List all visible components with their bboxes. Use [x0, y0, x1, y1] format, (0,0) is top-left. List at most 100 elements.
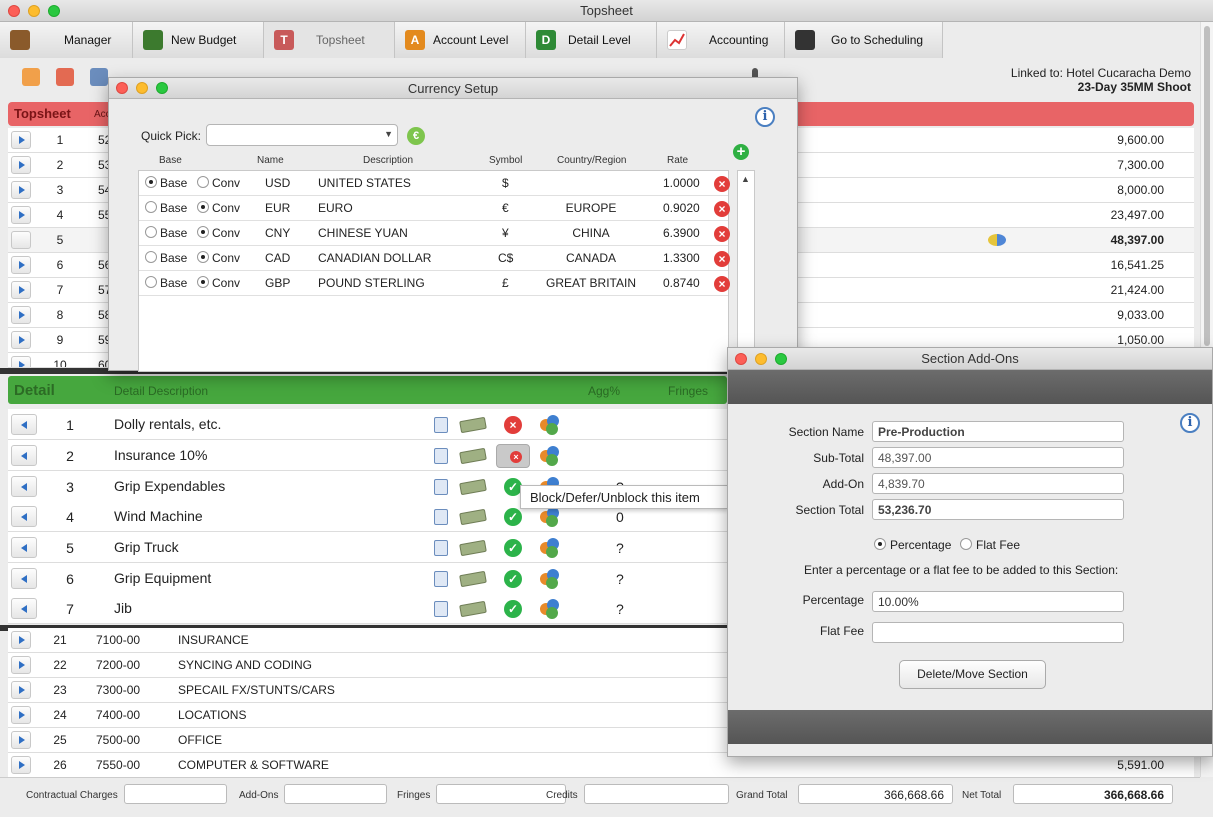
expand-row-button[interactable] — [11, 631, 31, 649]
expand-row-button[interactable] — [11, 206, 31, 224]
info-icon[interactable]: i — [755, 107, 775, 127]
conv-radio[interactable] — [197, 176, 209, 188]
collapse-row-button[interactable] — [11, 537, 37, 558]
credits-field[interactable] — [584, 784, 729, 804]
active-status-icon[interactable]: ✓ — [504, 570, 522, 588]
expand-row-button[interactable] — [11, 181, 31, 199]
notes-icon[interactable] — [434, 540, 448, 556]
conv-radio[interactable] — [197, 226, 209, 238]
window-controls[interactable] — [735, 353, 787, 365]
expand-row-button[interactable] — [11, 731, 31, 749]
zoom-window-button[interactable] — [48, 5, 60, 17]
globe-currency-icon[interactable] — [540, 415, 560, 435]
expand-row-button[interactable] — [11, 281, 31, 299]
money-icon[interactable] — [459, 539, 487, 557]
notes-icon[interactable] — [434, 509, 448, 525]
nav-topsheet[interactable]: T Topsheet — [264, 22, 395, 58]
collapse-row-button[interactable] — [11, 598, 37, 619]
expand-row-button[interactable] — [11, 681, 31, 699]
scroll-thumb[interactable] — [1204, 26, 1210, 346]
base-radio[interactable] — [145, 276, 157, 288]
money-icon[interactable] — [459, 600, 487, 618]
money-icon[interactable] — [459, 570, 487, 588]
globe-currency-icon[interactable] — [540, 446, 560, 466]
money-icon[interactable] — [459, 447, 487, 465]
active-status-icon[interactable]: ✓ — [504, 600, 522, 618]
expand-row-button[interactable] — [11, 256, 31, 274]
money-icon[interactable] — [459, 508, 487, 526]
detail-row[interactable]: 7 Jib ✓ ? — [8, 593, 727, 624]
base-radio[interactable] — [145, 226, 157, 238]
expand-row-button[interactable] — [11, 306, 31, 324]
notes-icon[interactable] — [434, 601, 448, 617]
info-icon[interactable]: i — [1180, 413, 1200, 433]
expand-row-button[interactable] — [11, 131, 31, 149]
delete-currency-icon[interactable]: × — [714, 276, 730, 292]
delete-currency-icon[interactable]: × — [714, 226, 730, 242]
add-row-icon[interactable] — [22, 68, 40, 86]
flat-fee-radio[interactable] — [960, 538, 972, 550]
collapse-row-button[interactable] — [11, 506, 37, 527]
collapse-row-button[interactable] — [11, 476, 37, 497]
percentage-radio[interactable] — [874, 538, 886, 550]
close-window-button[interactable] — [735, 353, 747, 365]
quick-pick-select[interactable] — [206, 124, 398, 146]
delete-currency-icon[interactable]: × — [714, 251, 730, 267]
notes-icon[interactable] — [434, 571, 448, 587]
currency-row[interactable]: Base Conv EUR EURO € EUROPE 0.9020 × — [139, 196, 730, 221]
currency-table-scrollbar[interactable] — [737, 170, 755, 372]
euro-currency-icon[interactable]: € — [407, 127, 425, 145]
expand-row-button[interactable] — [11, 706, 31, 724]
expand-row-button[interactable] — [11, 656, 31, 674]
expand-row-button[interactable] — [11, 756, 31, 774]
delete-currency-icon[interactable]: × — [714, 176, 730, 192]
base-radio[interactable] — [145, 176, 157, 188]
active-status-icon[interactable]: ✓ — [504, 539, 522, 557]
currency-row[interactable]: Base Conv CNY CHINESE YUAN ¥ CHINA 6.390… — [139, 221, 730, 246]
notes-icon[interactable] — [434, 479, 448, 495]
flat-fee-field[interactable] — [872, 622, 1124, 643]
block-defer-button-pressed[interactable]: × — [496, 444, 530, 468]
active-status-icon[interactable]: ✓ — [504, 508, 522, 526]
nav-go-to-scheduling[interactable]: Go to Scheduling — [785, 22, 943, 58]
globe-currency-icon[interactable] — [540, 599, 560, 619]
globe-currency-icon[interactable] — [540, 569, 560, 589]
sub-total-field[interactable]: 48,397.00 — [872, 447, 1124, 468]
delete-currency-icon[interactable]: × — [714, 201, 730, 217]
contractual-charges-field[interactable] — [124, 784, 227, 804]
expand-row-button[interactable] — [11, 331, 31, 349]
collapse-row-button[interactable] — [11, 568, 37, 589]
detail-row[interactable]: 6 Grip Equipment ✓ ? — [8, 563, 727, 594]
base-radio[interactable] — [145, 201, 157, 213]
minimize-window-button[interactable] — [28, 5, 40, 17]
zoom-window-button[interactable] — [156, 82, 168, 94]
grand-total-field[interactable]: 366,668.66 — [798, 784, 953, 804]
percentage-field[interactable]: 10.00% — [872, 591, 1124, 612]
money-icon[interactable] — [459, 416, 487, 434]
conv-radio[interactable] — [197, 276, 209, 288]
nav-account-level[interactable]: A Account Level — [395, 22, 526, 58]
section-total-field[interactable]: 53,236.70 — [872, 499, 1124, 520]
delete-row-icon[interactable] — [56, 68, 74, 86]
close-window-button[interactable] — [8, 5, 20, 17]
base-radio[interactable] — [145, 251, 157, 263]
nav-new-budget[interactable]: New Budget — [133, 22, 264, 58]
currency-row[interactable]: Base Conv CAD CANADIAN DOLLAR C$ CANADA … — [139, 246, 730, 271]
zoom-window-button[interactable] — [775, 353, 787, 365]
add-ons-field[interactable] — [284, 784, 387, 804]
nav-manager[interactable]: Manager — [0, 22, 133, 58]
window-controls[interactable] — [116, 82, 168, 94]
currency-row[interactable]: Base Conv USD UNITED STATES $ 1.0000 × — [139, 171, 730, 196]
expand-row-button[interactable] — [11, 356, 31, 367]
close-window-button[interactable] — [116, 82, 128, 94]
collapse-row-button[interactable] — [11, 414, 37, 435]
conv-radio[interactable] — [197, 251, 209, 263]
blocked-status-icon[interactable]: × — [504, 416, 522, 434]
minimize-window-button[interactable] — [755, 353, 767, 365]
section-name-field[interactable]: Pre-Production — [872, 421, 1124, 442]
minimize-window-button[interactable] — [136, 82, 148, 94]
nav-detail-level[interactable]: D Detail Level — [526, 22, 657, 58]
conv-radio[interactable] — [197, 201, 209, 213]
window-controls[interactable] — [8, 5, 60, 17]
net-total-field[interactable]: 366,668.66 — [1013, 784, 1173, 804]
